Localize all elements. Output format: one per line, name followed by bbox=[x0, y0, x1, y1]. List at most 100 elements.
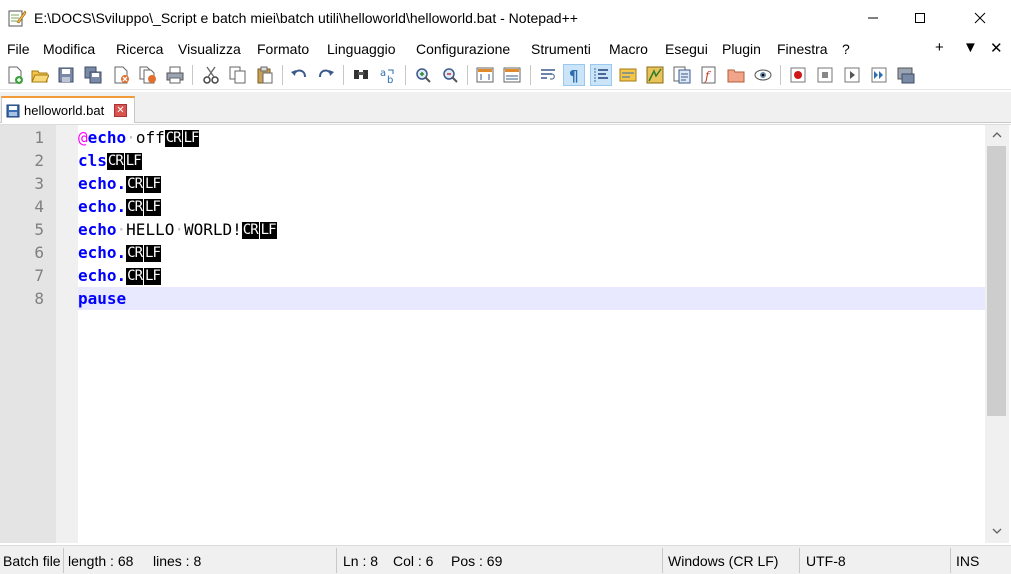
status-line-number: Ln : 8 bbox=[343, 553, 379, 569]
function-list-icon[interactable] bbox=[671, 64, 693, 86]
minimize-button[interactable] bbox=[850, 0, 896, 36]
status-insert-mode: INS bbox=[956, 553, 980, 569]
run-macro-multiple-icon[interactable] bbox=[868, 64, 890, 86]
svg-text:a: a bbox=[380, 68, 386, 79]
code-line[interactable]: echo.CR LF bbox=[78, 195, 985, 218]
word-wrap-icon[interactable] bbox=[537, 64, 559, 86]
saved-file-icon bbox=[6, 104, 20, 118]
eol-cr-marker: CR bbox=[164, 130, 182, 147]
eol-lf-marker: LF bbox=[259, 222, 277, 239]
menu-esegui[interactable]: Esegui bbox=[665, 41, 708, 57]
fold-margin[interactable] bbox=[56, 125, 78, 543]
toolbar-separator bbox=[405, 65, 406, 85]
sync-vertical-icon[interactable] bbox=[474, 64, 496, 86]
code-line[interactable]: echo.CR LF bbox=[78, 172, 985, 195]
argument: WORLD! bbox=[183, 220, 242, 239]
print-icon[interactable] bbox=[164, 64, 186, 86]
toolbar-separator bbox=[192, 65, 193, 85]
status-position: Pos : 69 bbox=[451, 553, 503, 569]
title-bar: E:\DOCS\Sviluppo\_Script e batch miei\ba… bbox=[0, 0, 1011, 37]
record-macro-icon[interactable] bbox=[787, 64, 809, 86]
eol-lf-marker: LF bbox=[144, 245, 161, 262]
menu-modifica[interactable]: Modifica bbox=[43, 41, 95, 57]
folder-as-workspace-icon[interactable] bbox=[725, 64, 747, 86]
maximize-button[interactable] bbox=[897, 0, 943, 36]
editor[interactable]: 1 2 3 4 5 6 7 8 @echo·offCR LF clsCR LF ec… bbox=[0, 124, 1011, 543]
eol-cr-marker: CR bbox=[126, 245, 144, 262]
find-icon[interactable] bbox=[350, 64, 372, 86]
status-separator bbox=[336, 548, 337, 573]
function-icon[interactable]: f bbox=[698, 64, 720, 86]
status-lines: lines : 8 bbox=[153, 553, 202, 569]
line-number-gutter: 1 2 3 4 5 6 7 8 bbox=[0, 125, 56, 543]
code-line[interactable]: echo·HELLO·WORLD!CR LF bbox=[78, 218, 985, 241]
tab-close-button[interactable]: ✕ bbox=[114, 104, 127, 117]
menu-ricerca[interactable]: Ricerca bbox=[116, 41, 163, 57]
eol-lf-marker: LF bbox=[144, 268, 161, 285]
zoom-out-icon[interactable] bbox=[439, 64, 461, 86]
menu-formato[interactable]: Formato bbox=[257, 41, 309, 57]
minimize-icon bbox=[868, 17, 878, 19]
code-line[interactable]: echo.CR LF bbox=[78, 241, 985, 264]
status-eol-mode: Windows (CR LF) bbox=[668, 553, 779, 569]
replace-icon[interactable]: ab bbox=[377, 64, 399, 86]
menu-linguaggio[interactable]: Linguaggio bbox=[327, 41, 396, 57]
copy-icon[interactable] bbox=[227, 64, 249, 86]
status-separator bbox=[63, 548, 64, 573]
save-macro-icon[interactable] bbox=[895, 64, 917, 86]
new-file-icon[interactable] bbox=[4, 64, 26, 86]
menu-finestra[interactable]: Finestra bbox=[777, 41, 828, 57]
chevron-down-icon bbox=[992, 528, 1002, 534]
redo-icon[interactable] bbox=[315, 64, 337, 86]
monitoring-icon[interactable] bbox=[752, 64, 774, 86]
vertical-scrollbar[interactable] bbox=[985, 125, 1009, 543]
menu-configurazione[interactable]: Configurazione bbox=[416, 41, 510, 57]
undo-icon[interactable] bbox=[288, 64, 310, 86]
code-line[interactable]: @echo·offCR LF bbox=[78, 126, 985, 149]
user-defined-language-icon[interactable] bbox=[617, 64, 639, 86]
line-number: 8 bbox=[34, 289, 44, 308]
menu-file[interactable]: File bbox=[7, 41, 30, 57]
show-all-characters-icon[interactable]: ¶ bbox=[563, 64, 585, 86]
close-icon bbox=[974, 12, 986, 24]
close-file-icon[interactable] bbox=[110, 64, 132, 86]
scroll-down-arrow[interactable] bbox=[985, 521, 1009, 541]
menu-visualizza[interactable]: Visualizza bbox=[178, 41, 241, 57]
zoom-in-icon[interactable] bbox=[412, 64, 434, 86]
tab-helloworld-bat[interactable]: helloworld.bat ✕ bbox=[1, 96, 135, 123]
code-line[interactable]: echo.CR LF bbox=[78, 264, 985, 287]
scroll-up-arrow[interactable] bbox=[985, 125, 1009, 145]
eol-cr-marker: CR bbox=[126, 199, 144, 216]
menu-help[interactable]: ? bbox=[842, 41, 850, 57]
code-line-current[interactable]: pause bbox=[78, 287, 985, 310]
sync-horizontal-icon[interactable] bbox=[501, 64, 523, 86]
code-area[interactable]: @echo·offCR LF clsCR LF echo.CR LF echo.CR L… bbox=[78, 125, 985, 543]
line-number: 1 bbox=[34, 128, 44, 147]
close-tab-menu-button[interactable]: ✕ bbox=[990, 39, 1003, 57]
close-all-icon[interactable] bbox=[137, 64, 159, 86]
paste-icon[interactable] bbox=[254, 64, 276, 86]
status-encoding: UTF-8 bbox=[806, 553, 846, 569]
menu-macro[interactable]: Macro bbox=[609, 41, 648, 57]
save-all-icon[interactable] bbox=[82, 64, 104, 86]
at-symbol: @ bbox=[78, 128, 88, 147]
toolbar-separator bbox=[343, 65, 344, 85]
menu-plugin[interactable]: Plugin bbox=[722, 41, 761, 57]
new-tab-button[interactable]: + bbox=[935, 39, 944, 56]
close-window-button[interactable] bbox=[957, 0, 1003, 36]
indent-guide-icon[interactable] bbox=[590, 64, 612, 86]
document-map-icon[interactable] bbox=[644, 64, 666, 86]
open-file-icon[interactable] bbox=[29, 64, 51, 86]
menu-strumenti[interactable]: Strumenti bbox=[531, 41, 591, 57]
scroll-thumb[interactable] bbox=[987, 146, 1006, 416]
stop-macro-icon[interactable] bbox=[814, 64, 836, 86]
toolbar-separator bbox=[780, 65, 781, 85]
line-number: 5 bbox=[34, 220, 44, 239]
maximize-icon bbox=[915, 13, 925, 23]
tab-list-button[interactable]: ▼ bbox=[963, 39, 978, 56]
keyword: echo bbox=[87, 128, 127, 147]
save-icon[interactable] bbox=[55, 64, 77, 86]
code-line[interactable]: clsCR LF bbox=[78, 149, 985, 172]
play-macro-icon[interactable] bbox=[841, 64, 863, 86]
cut-icon[interactable] bbox=[200, 64, 222, 86]
